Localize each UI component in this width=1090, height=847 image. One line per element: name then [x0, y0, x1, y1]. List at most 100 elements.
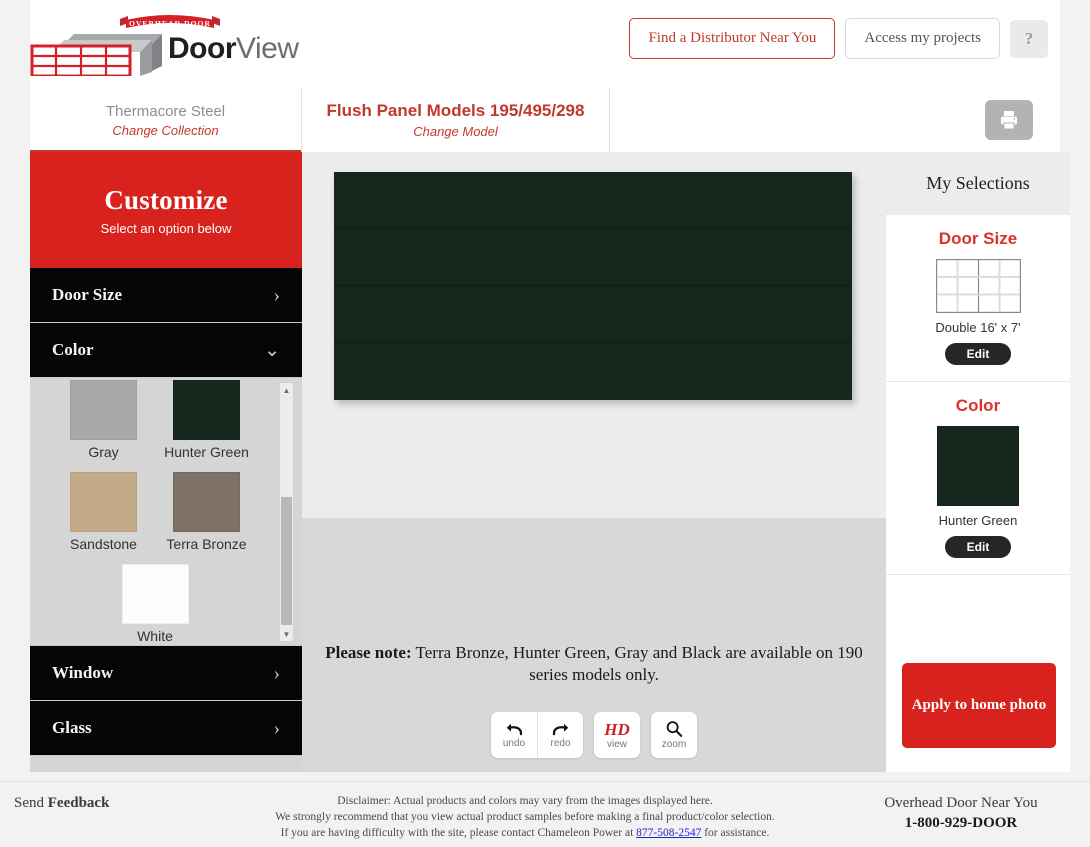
color-swatch-gray[interactable]: Gray — [52, 380, 155, 460]
hd-view-button[interactable]: HD view — [594, 712, 640, 758]
door-size-caption: Double 16' x 7' — [935, 320, 1021, 335]
undo-button[interactable]: undo — [491, 712, 537, 758]
hd-view-group: HD view — [594, 712, 640, 758]
change-model-link[interactable]: Change Model — [413, 124, 498, 139]
availability-note: Please note: Terra Bronze, Hunter Green,… — [322, 642, 866, 686]
color-swatch-white[interactable]: White — [52, 564, 258, 644]
color-title: Color — [955, 396, 1001, 415]
swatch-label: Terra Bronze — [166, 536, 247, 552]
logo-word-door: Door — [168, 32, 237, 65]
tab-empty-area — [610, 88, 1060, 152]
chevron-right-icon: › — [273, 717, 280, 739]
edit-door-size-button[interactable]: Edit — [944, 343, 1012, 365]
sidebar-item-glass[interactable]: Glass › — [30, 701, 302, 756]
chevron-right-icon: › — [273, 284, 280, 306]
swatch-box[interactable] — [121, 564, 189, 624]
sidebar-item-color[interactable]: Color ⌄ — [30, 323, 302, 378]
disclaimer-line-3: If you are having difficulty with the si… — [190, 826, 860, 842]
undo-arrow-icon — [506, 723, 522, 736]
swatch-label: White — [137, 628, 173, 644]
selection-door-size: Door Size Double 16' x 7' Edit — [886, 215, 1070, 382]
change-collection-link[interactable]: Change Collection — [112, 123, 218, 138]
swatch-scrollbar[interactable]: ▲ ▼ — [279, 382, 294, 642]
disclaimer-line-1: Disclaimer: Actual products and colors m… — [337, 795, 713, 807]
swatch-box[interactable] — [70, 380, 137, 440]
zoom-label: zoom — [661, 739, 687, 750]
swatch-box[interactable] — [173, 380, 240, 440]
scroll-up-icon[interactable]: ▲ — [280, 383, 293, 397]
swatch-box[interactable] — [173, 472, 240, 532]
disclaimer-text: Disclaimer: Actual products and colors m… — [190, 794, 860, 842]
swatch-label: Hunter Green — [164, 444, 249, 460]
door-preview-viewer: Please note: Terra Bronze, Hunter Green,… — [302, 152, 886, 772]
hd-view-label: view — [606, 738, 627, 750]
access-projects-button[interactable]: Access my projects — [845, 18, 1000, 59]
note-prefix: Please note: — [325, 643, 412, 662]
color-caption: Hunter Green — [938, 513, 1018, 528]
my-selections-panel: My Selections Door Size Double 16' x 7' … — [886, 152, 1070, 772]
scrollbar-thumb[interactable] — [281, 497, 292, 625]
color-swatch-terra-bronze[interactable]: Terra Bronze — [155, 472, 258, 552]
logo-word-view: View — [236, 32, 299, 65]
send-feedback-link[interactable]: Send Feedback — [14, 795, 109, 812]
selected-color-chip — [937, 426, 1019, 506]
selection-color: Color Hunter Green Edit — [886, 382, 1070, 575]
find-distributor-button[interactable]: Find a Distributor Near You — [629, 18, 836, 59]
garage-door-preview[interactable] — [334, 172, 852, 400]
app-page: OVERHEAD DOOR DoorView Find a Distributo… — [0, 0, 1090, 847]
collection-title: Thermacore Steel — [105, 102, 226, 120]
logo-wordmark: DoorView — [168, 32, 299, 66]
selections-heading: My Selections — [886, 152, 1070, 215]
redo-button[interactable]: redo — [537, 712, 583, 758]
ribbon-text: OVERHEAD DOOR — [129, 19, 211, 28]
undo-redo-group: undo redo — [491, 712, 583, 758]
feedback-bold: Feedback — [47, 795, 110, 811]
sidebar-item-label: Window — [52, 663, 114, 682]
color-swatch-hunter-green[interactable]: Hunter Green — [155, 380, 258, 460]
customize-sidebar: Customize Select an option below Door Si… — [30, 152, 302, 772]
zoom-group: zoom — [651, 712, 697, 758]
undo-label: undo — [502, 738, 526, 749]
swatch-box[interactable] — [70, 472, 137, 532]
color-swatch-grid: Gray Hunter Green Sandstone Terra Bronze Whi… — [30, 378, 280, 645]
customize-header: Customize Select an option below — [30, 152, 302, 268]
sidebar-item-door-size[interactable]: Door Size › — [30, 268, 302, 323]
help-button[interactable]: ? — [1010, 19, 1048, 58]
near-you-label: Overhead Door Near You — [884, 795, 1038, 811]
door-size-title: Door Size — [938, 229, 1018, 248]
sidebar-item-label: Glass — [52, 718, 92, 737]
near-you-phone: 1-800-929-DOOR — [904, 815, 1018, 831]
note-text: Terra Bronze, Hunter Green, Gray and Bla… — [411, 643, 863, 685]
zoom-button[interactable]: zoom — [651, 712, 697, 758]
chevron-down-icon: ⌄ — [264, 339, 280, 361]
double-door-size-icon — [935, 259, 1021, 313]
magnifier-icon — [666, 721, 683, 737]
disclaimer-line-3-post: for assistance. — [701, 826, 770, 839]
sidebar-item-window[interactable]: Window › — [30, 646, 302, 701]
viewer-toolbar: undo redo HD view zoom — [302, 712, 886, 758]
print-button[interactable] — [985, 100, 1033, 140]
site-footer: Send Feedback Disclaimer: Actual product… — [0, 781, 1090, 847]
near-you-block: Overhead Door Near You 1-800-929-DOOR — [846, 795, 1076, 832]
customize-title: Customize — [104, 184, 228, 215]
doorview-logo[interactable]: OVERHEAD DOOR DoorView — [30, 14, 299, 76]
support-phone-link[interactable]: 877-508-2547 — [636, 827, 701, 839]
redo-arrow-icon — [552, 723, 569, 736]
disclaimer-line-3-pre: If you are having difficulty with the si… — [280, 826, 637, 839]
tab-collection[interactable]: Thermacore Steel Change Collection — [30, 88, 302, 152]
left-gutter — [0, 0, 30, 781]
feedback-lead: Send — [14, 795, 48, 811]
scroll-down-icon[interactable]: ▼ — [280, 627, 293, 641]
edit-color-button[interactable]: Edit — [944, 536, 1012, 558]
redo-label: redo — [550, 738, 571, 749]
chevron-right-icon: › — [273, 662, 280, 684]
hd-glyph: HD — [604, 719, 630, 739]
sidebar-item-label: Color — [52, 340, 94, 359]
header-actions: Find a Distributor Near You Access my pr… — [629, 18, 1048, 59]
printer-icon — [1001, 111, 1017, 130]
disclaimer-line-2: We strongly recommend that you view actu… — [275, 810, 775, 823]
color-swatch-sandstone[interactable]: Sandstone — [52, 472, 155, 552]
breadcrumb: Thermacore Steel Change Collection Flush… — [30, 88, 1060, 152]
tab-model[interactable]: Flush Panel Models 195/495/298 Change Mo… — [302, 88, 610, 152]
apply-to-home-photo-button[interactable]: Apply to home photo — [902, 663, 1056, 748]
